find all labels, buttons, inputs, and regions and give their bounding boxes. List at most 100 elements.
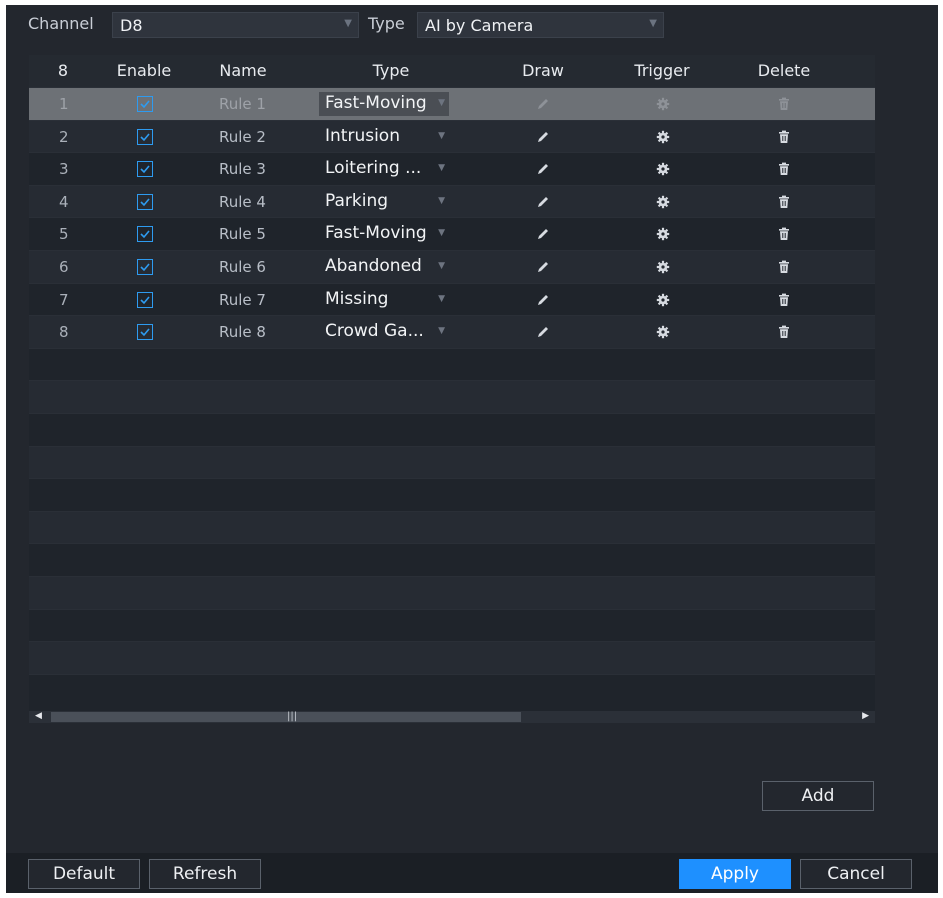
trigger-button[interactable] <box>655 121 671 153</box>
gear-icon <box>655 96 671 112</box>
channel-select[interactable]: D8 ▼ <box>112 12 359 38</box>
empty-table-row <box>29 412 875 446</box>
draw-button[interactable] <box>535 218 551 250</box>
table-row[interactable]: 3 Rule 3 Loitering ... ▼ <box>29 152 875 185</box>
rule-settings-panel: Channel D8 ▼ Type AI by Camera ▼ 8 Enabl… <box>6 5 938 893</box>
empty-table-row <box>29 608 875 642</box>
gear-icon <box>655 324 671 340</box>
scrollbar-thumb[interactable] <box>51 712 521 722</box>
draw-button[interactable] <box>535 121 551 153</box>
trigger-button[interactable] <box>655 251 671 283</box>
check-icon <box>137 226 153 243</box>
enable-checkbox[interactable] <box>137 251 153 283</box>
trigger-button[interactable] <box>655 186 671 218</box>
draw-button[interactable] <box>535 186 551 218</box>
rule-type-value: Missing <box>325 288 389 309</box>
column-header-type: Type <box>372 61 410 80</box>
refresh-button[interactable]: Refresh <box>149 859 261 889</box>
empty-table-row <box>29 641 875 674</box>
trigger-button[interactable] <box>655 316 671 348</box>
table-row[interactable]: 1 Rule 1 Fast-Moving ▼ <box>29 87 875 120</box>
delete-button[interactable] <box>776 88 792 120</box>
gear-icon <box>655 226 671 242</box>
delete-button[interactable] <box>776 186 792 218</box>
delete-button[interactable] <box>776 251 792 283</box>
pencil-icon <box>535 324 551 340</box>
rule-type-value: Fast-Moving <box>325 93 427 113</box>
rule-type-select[interactable]: Fast-Moving ▼ <box>319 222 449 246</box>
rule-type-select[interactable]: Fast-Moving ▼ <box>319 92 449 116</box>
enable-checkbox[interactable] <box>137 186 153 218</box>
rule-number: 8 <box>59 323 69 342</box>
chevron-down-icon: ▼ <box>438 326 445 337</box>
check-icon <box>137 193 153 210</box>
rule-type-select[interactable]: Loitering ... ▼ <box>319 157 449 181</box>
enable-checkbox[interactable] <box>137 88 153 120</box>
horizontal-scrollbar[interactable]: ◀ ||| ▶ <box>29 711 875 723</box>
enable-checkbox[interactable] <box>137 153 153 185</box>
footer-bar: Default Refresh Apply Cancel <box>6 853 938 893</box>
chevron-down-icon: ▼ <box>649 18 657 29</box>
table-row[interactable]: 5 Rule 5 Fast-Moving ▼ <box>29 217 875 250</box>
empty-table-row <box>29 478 875 511</box>
rule-type-select[interactable]: Abandoned ▼ <box>319 255 449 279</box>
trash-icon <box>776 226 792 242</box>
delete-button[interactable] <box>776 284 792 316</box>
draw-button[interactable] <box>535 88 551 120</box>
trash-icon <box>776 129 792 145</box>
default-button[interactable]: Default <box>28 859 140 889</box>
rule-name: Rule 6 <box>219 257 266 276</box>
rule-type-select[interactable]: Parking ▼ <box>319 190 449 214</box>
draw-button[interactable] <box>535 284 551 316</box>
filter-bar: Channel D8 ▼ Type AI by Camera ▼ <box>6 5 938 45</box>
table-row[interactable]: 7 Rule 7 Missing ▼ <box>29 282 875 316</box>
empty-table-row <box>29 575 875 609</box>
table-row[interactable]: 6 Rule 6 Abandoned ▼ <box>29 249 875 283</box>
rule-type-select[interactable]: Intrusion ▼ <box>319 125 449 149</box>
enable-checkbox[interactable] <box>137 218 153 250</box>
draw-button[interactable] <box>535 251 551 283</box>
rule-type-select[interactable]: Missing ▼ <box>319 288 449 312</box>
add-button[interactable]: Add <box>762 781 874 811</box>
table-row[interactable]: 4 Rule 4 Parking ▼ <box>29 184 875 218</box>
trigger-button[interactable] <box>655 88 671 120</box>
rule-name: Rule 2 <box>219 127 266 146</box>
empty-table-row <box>29 445 875 479</box>
delete-button[interactable] <box>776 153 792 185</box>
delete-button[interactable] <box>776 121 792 153</box>
table-header: 8 Enable Name Type Draw Trigger Delete <box>29 55 875 87</box>
gear-icon <box>655 129 671 145</box>
type-label: Type <box>368 14 405 33</box>
check-icon <box>137 96 153 112</box>
trigger-button[interactable] <box>655 284 671 316</box>
type-select[interactable]: AI by Camera ▼ <box>417 12 664 38</box>
column-header-delete: Delete <box>757 61 811 80</box>
rule-number: 2 <box>59 127 69 146</box>
apply-button[interactable]: Apply <box>679 859 791 889</box>
type-value: AI by Camera <box>425 16 534 35</box>
pencil-icon <box>535 259 551 275</box>
rule-type-value: Parking <box>325 190 389 211</box>
table-row[interactable]: 2 Rule 2 Intrusion ▼ <box>29 119 875 153</box>
check-icon <box>137 128 153 145</box>
scroll-right-icon[interactable]: ▶ <box>862 711 869 721</box>
enable-checkbox[interactable] <box>137 121 153 153</box>
cancel-button[interactable]: Cancel <box>800 859 912 889</box>
rule-number: 4 <box>59 192 69 211</box>
column-header-draw: Draw <box>522 61 564 80</box>
enable-checkbox[interactable] <box>137 316 153 348</box>
draw-button[interactable] <box>535 316 551 348</box>
trigger-button[interactable] <box>655 218 671 250</box>
rules-table: 8 Enable Name Type Draw Trigger Delete 1… <box>29 55 875 723</box>
enable-checkbox[interactable] <box>137 284 153 316</box>
gear-icon <box>655 259 671 275</box>
scroll-left-icon[interactable]: ◀ <box>35 711 42 721</box>
empty-table-row <box>29 510 875 544</box>
rule-type-select[interactable]: Crowd Ga... ▼ <box>319 320 449 344</box>
delete-button[interactable] <box>776 316 792 348</box>
chevron-down-icon: ▼ <box>438 195 445 206</box>
trigger-button[interactable] <box>655 153 671 185</box>
table-row[interactable]: 8 Rule 8 Crowd Ga... ▼ <box>29 315 875 348</box>
draw-button[interactable] <box>535 153 551 185</box>
delete-button[interactable] <box>776 218 792 250</box>
